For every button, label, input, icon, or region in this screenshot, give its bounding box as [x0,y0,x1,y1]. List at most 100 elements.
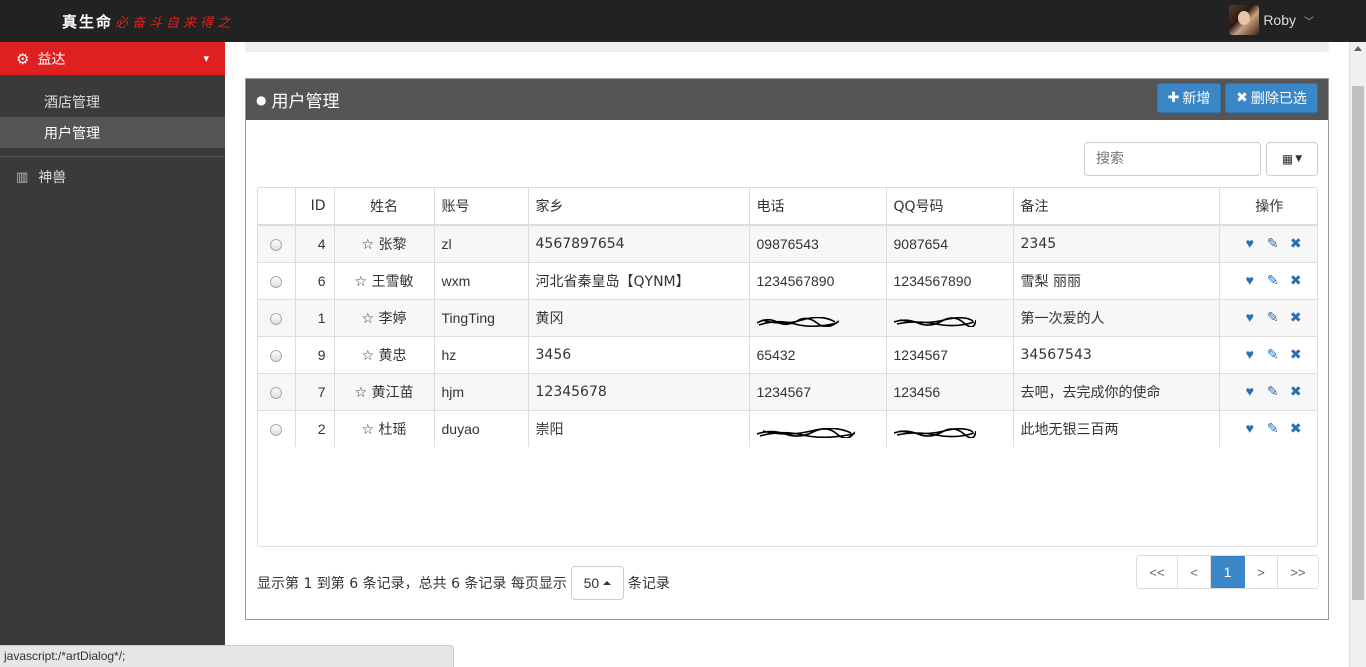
cell-account: hz [434,335,529,373]
cell-id: 7 [295,372,335,410]
column-header-id[interactable]: ID [295,188,335,226]
status-url: javascript:/*artDialog*/; [4,649,126,663]
chevron-down-icon: ﹀ [1304,16,1314,28]
cell-qq-redacted [886,409,1014,447]
user-icon: ● [256,92,267,107]
cell-actions: ♥ ✎ ✖ [1219,224,1317,262]
cell-note: 34567543 [1013,335,1220,373]
cell-phone: 1234567890 [749,261,887,299]
add-button[interactable]: ✚ 新增 [1157,83,1221,113]
browser-status-bar: javascript:/*artDialog*/; [0,645,454,667]
cell-id: 1 [295,298,335,336]
edit-icon[interactable]: ✎ [1266,235,1279,252]
row-radio[interactable] [270,424,283,437]
row-radio[interactable] [270,312,283,325]
delete-icon[interactable]: ✖ [1289,309,1302,326]
user-table: ID 姓名 账号 家乡 电话 QQ号码 备注 操作 4 ☆ 张黎 zl 4567… [257,187,1318,547]
column-header-note[interactable]: 备注 [1013,188,1220,226]
user-menu[interactable]: Roby ﹀ [1229,5,1314,35]
edit-icon[interactable]: ✎ [1266,346,1279,363]
scroll-up-arrow-icon[interactable] [1354,46,1362,51]
row-radio[interactable] [270,349,283,362]
page-size-dropdown[interactable]: 50 [570,566,624,600]
delete-icon[interactable]: ✖ [1289,272,1302,289]
table-row: 6 ☆ 王雪敏 wxm 河北省秦皇岛【QYNM】 1234567890 1234… [258,261,1317,299]
edit-icon[interactable]: ✎ [1266,420,1279,437]
brand-logo[interactable]: 真生命 必奋斗自来得之 [62,11,234,32]
sidebar-item-shenshou[interactable]: ▥ 神兽 [0,157,225,197]
page-number-button[interactable]: 1 [1211,556,1245,588]
pagination-info-suffix: 条记录 [627,576,670,592]
cell-actions: ♥ ✎ ✖ [1219,335,1317,373]
plus-icon: ✚ [1167,90,1180,106]
cell-qq: 1234567 [886,335,1014,373]
cell-note: 此地无银三百两 [1013,409,1220,447]
gears-icon: ⚙ [16,49,30,68]
heart-icon[interactable]: ♥ [1243,309,1256,326]
edit-icon[interactable]: ✎ [1266,383,1279,400]
page-next-button[interactable]: > [1245,556,1278,588]
heart-icon[interactable]: ♥ [1243,420,1256,437]
cell-phone: 65432 [749,335,887,373]
column-header-account[interactable]: 账号 [434,188,529,226]
cell-account: zl [434,224,529,262]
search-input[interactable] [1084,142,1261,176]
delete-icon[interactable]: ✖ [1289,235,1302,252]
cell-name: ☆ 张黎 [334,224,435,262]
heart-icon[interactable]: ♥ [1243,272,1256,289]
vertical-scrollbar[interactable] [1349,42,1366,667]
cell-name: ☆ 黄忠 [334,335,435,373]
page-prev-button[interactable]: < [1178,556,1211,588]
cell-account: duyao [434,409,529,447]
delete-icon[interactable]: ✖ [1289,383,1302,400]
sidebar-item-label: 酒店管理 [44,94,100,111]
cell-note: 2345 [1013,224,1220,262]
table-row: 9 ☆ 黄忠 hz 3456 65432 1234567 34567543 ♥ ✎… [258,335,1317,373]
scrollbar-thumb[interactable] [1352,86,1364,600]
heart-icon[interactable]: ♥ [1243,235,1256,252]
columns-toggle-button[interactable]: ▦ ▼ [1266,142,1318,176]
heart-icon[interactable]: ♥ [1243,346,1256,363]
page-size-value: 50 [583,575,600,591]
row-select-cell [258,261,296,299]
column-header-qq[interactable]: QQ号码 [886,188,1014,226]
page-last-button[interactable]: >> [1278,556,1318,588]
grid-icon: ▦ [1281,152,1294,166]
cell-actions: ♥ ✎ ✖ [1219,409,1317,447]
redaction-scribble [893,425,977,439]
redaction-scribble [756,314,840,328]
brand-slogan: 必奋斗自来得之 [115,16,235,31]
column-header-hometown[interactable]: 家乡 [528,188,750,226]
cell-actions: ♥ ✎ ✖ [1219,261,1317,299]
heart-icon[interactable]: ♥ [1243,383,1256,400]
row-radio[interactable] [270,239,283,252]
sidebar-item-user-management[interactable]: 用户管理 [0,117,225,148]
caret-up-icon [603,581,612,585]
pagination-info-prefix: 显示第 1 到第 6 条记录，总共 6 条记录 每页显示 [257,576,567,592]
sidebar-item-hotel-management[interactable]: 酒店管理 [0,86,225,117]
cell-hometown: 12345678 [528,372,750,410]
cell-name: ☆ 黄江苗 [334,372,435,410]
column-header-phone[interactable]: 电话 [749,188,887,226]
edit-icon[interactable]: ✎ [1266,272,1279,289]
delete-icon[interactable]: ✖ [1289,420,1302,437]
delete-icon[interactable]: ✖ [1289,346,1302,363]
column-header-name[interactable]: 姓名 [334,188,435,226]
row-radio[interactable] [270,275,283,288]
cell-note: 雪梨 丽丽 [1013,261,1220,299]
pagination: << < 1 > >> [1136,555,1319,589]
delete-selected-button[interactable]: ✖ 删除已选 [1225,83,1318,113]
panel-header: ● 用户管理 ✚ 新增 ✖ 删除已选 [246,79,1328,120]
row-radio[interactable] [270,386,283,399]
sidebar-group-yida[interactable]: ⚙ 益达 ▾ [0,42,225,75]
avatar [1229,5,1260,35]
page-first-button[interactable]: << [1137,556,1178,588]
row-select-cell [258,298,296,336]
top-navbar: 真生命 必奋斗自来得之 Roby ﹀ [0,0,1366,42]
row-select-cell [258,409,296,447]
cell-id: 6 [295,261,335,299]
sidebar-group-label: 益达 [37,51,66,68]
sidebar-item-label: 神兽 [38,170,67,186]
edit-icon[interactable]: ✎ [1266,309,1279,326]
cell-hometown: 4567897654 [528,224,750,262]
